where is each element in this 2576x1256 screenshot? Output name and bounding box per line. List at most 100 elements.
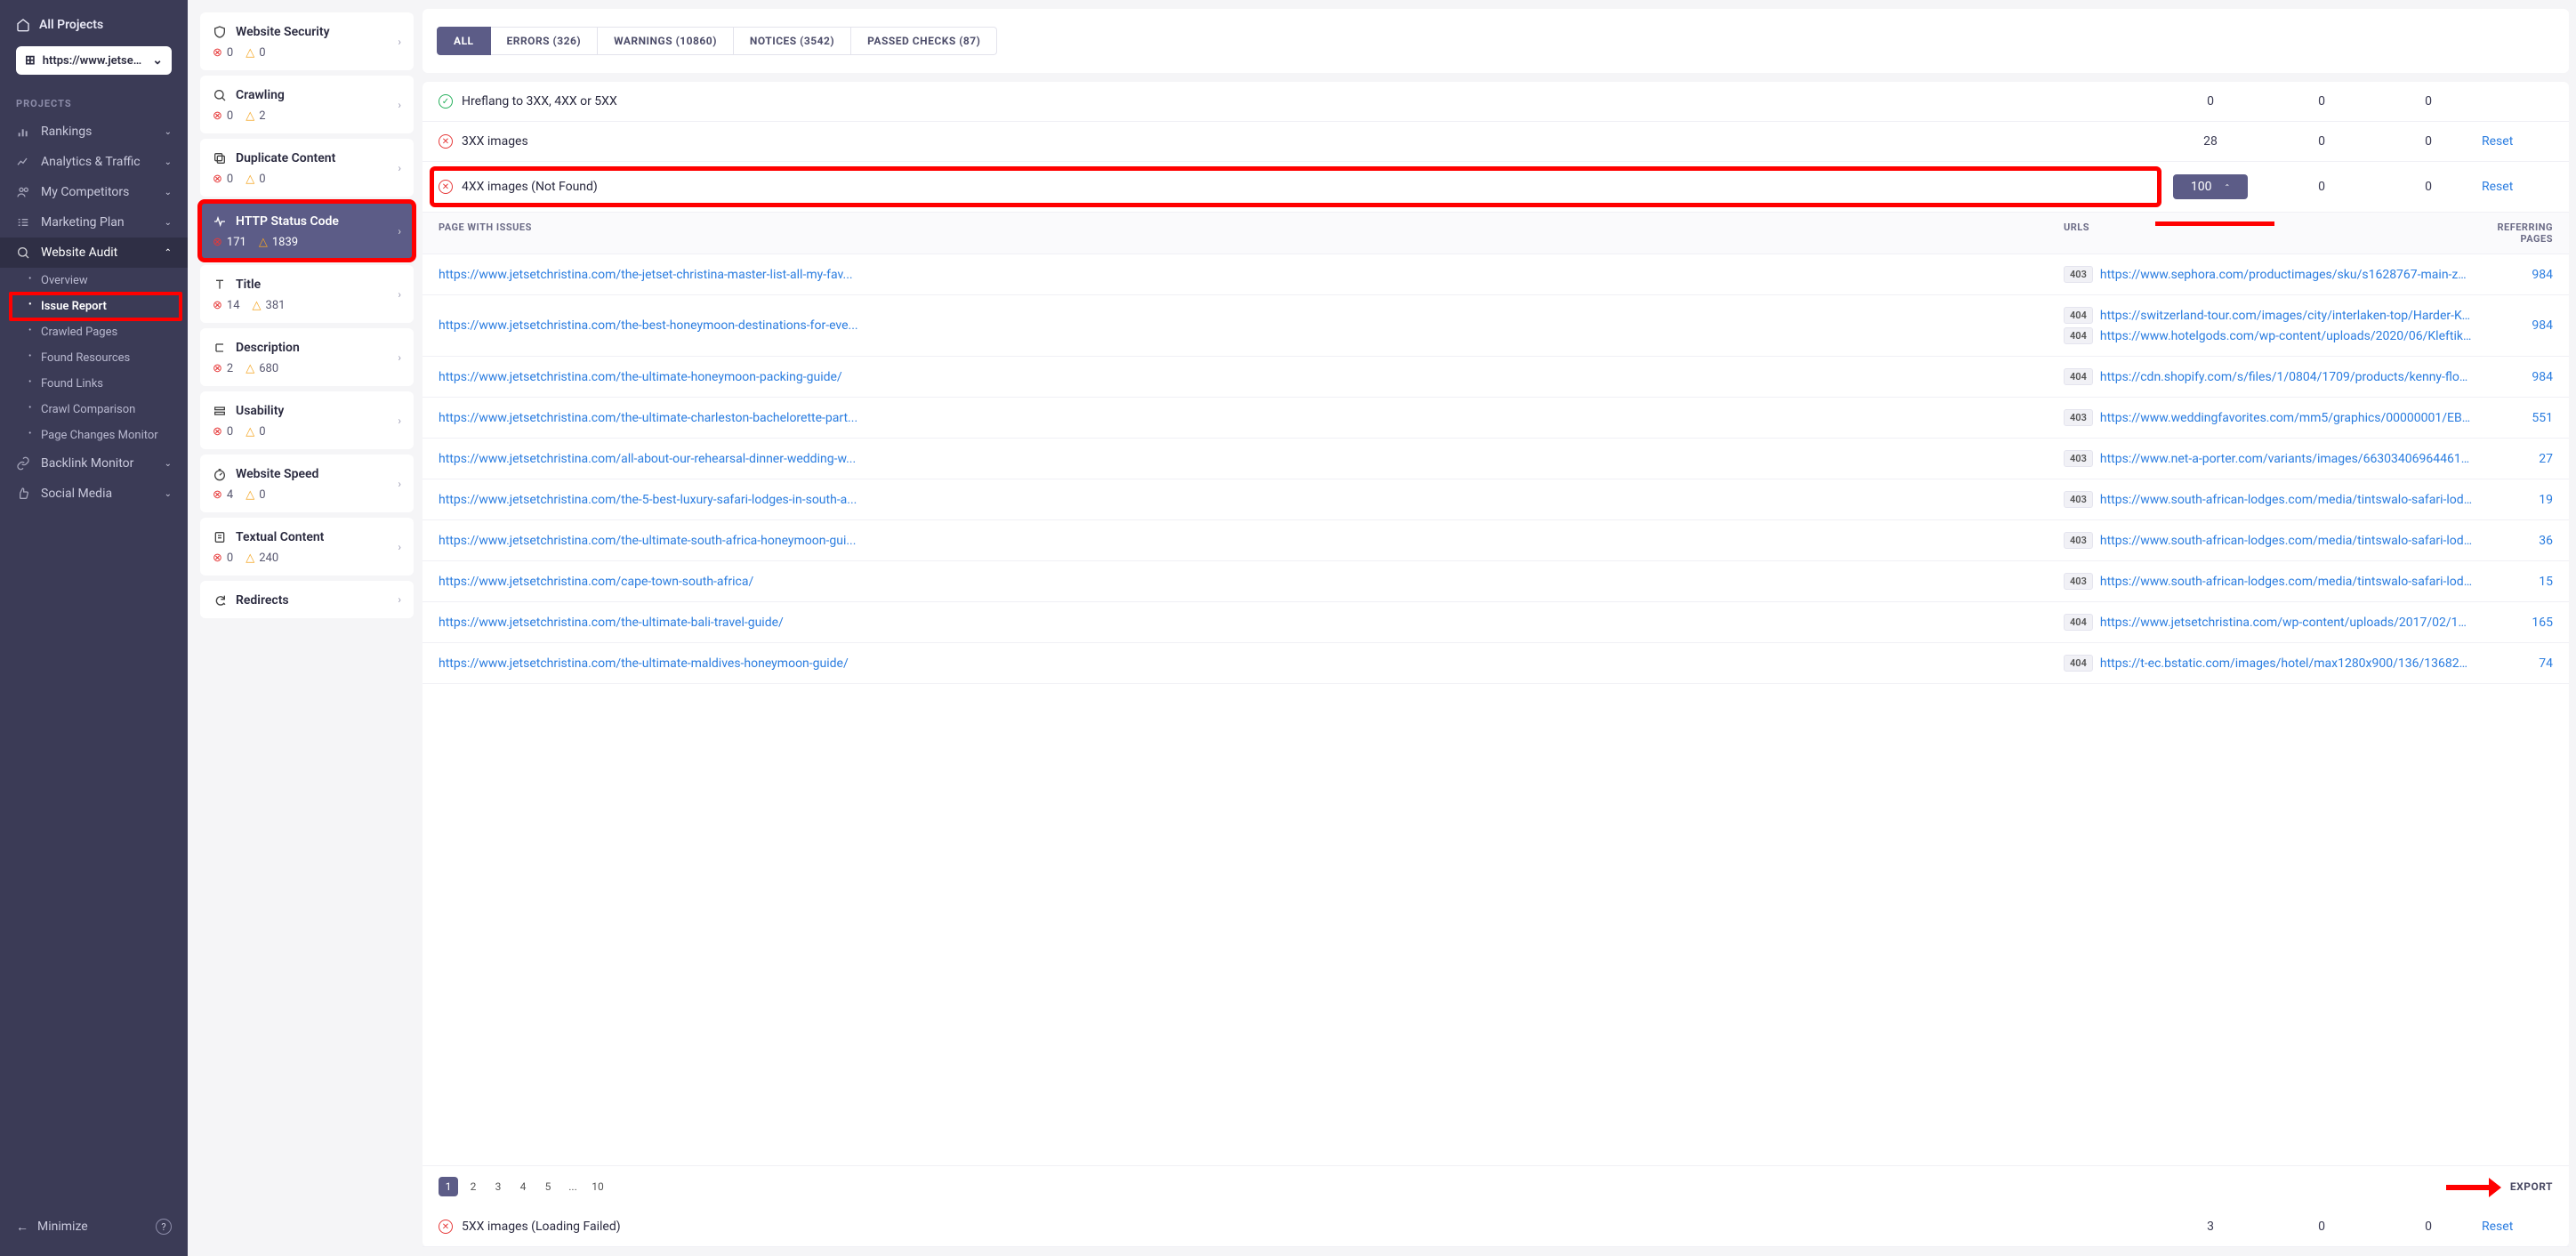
- page-url-link[interactable]: https://www.jetsetchristina.com/the-best…: [439, 318, 2064, 333]
- subnav-overview[interactable]: Overview: [9, 268, 188, 294]
- subnav-page-changes[interactable]: Page Changes Monitor: [9, 423, 188, 448]
- sidebar-item-social[interactable]: Social Media ⌄: [0, 479, 188, 509]
- status-code-badge: 403: [2064, 532, 2093, 549]
- referring-pages-count[interactable]: 165: [2473, 616, 2553, 630]
- page-url-link[interactable]: https://www.jetsetchristina.com/the-ulti…: [439, 534, 2064, 548]
- resource-url-link[interactable]: https://www.south-african-lodges.com/med…: [2100, 534, 2473, 548]
- page-url-link[interactable]: https://www.jetsetchristina.com/the-jets…: [439, 268, 2064, 282]
- urls-cell: 403 https://www.south-african-lodges.com…: [2064, 532, 2473, 549]
- referring-pages-count[interactable]: 19: [2473, 493, 2553, 507]
- page-button[interactable]: 3: [488, 1177, 508, 1196]
- resource-url-link[interactable]: https://www.sephora.com/productimages/sk…: [2100, 268, 2473, 282]
- resource-url-link[interactable]: https://www.weddingfavorites.com/mm5/gra…: [2100, 411, 2473, 425]
- subnav-issue-report[interactable]: Issue Report: [9, 294, 188, 319]
- resource-url-link[interactable]: https://www.hotelgods.com/wp-content/upl…: [2100, 329, 2473, 343]
- sidebar-item-competitors[interactable]: My Competitors ⌄: [0, 177, 188, 207]
- page-url-link[interactable]: https://www.jetsetchristina.com/the-ulti…: [439, 656, 2064, 671]
- reset-link[interactable]: Reset: [2482, 180, 2553, 194]
- page-url-link[interactable]: https://www.jetsetchristina.com/cape-tow…: [439, 575, 2064, 589]
- category-card-security[interactable]: Website Security ⊗0 △0 ›: [200, 12, 414, 70]
- reset-link[interactable]: Reset: [2482, 1220, 2553, 1234]
- help-icon[interactable]: ?: [156, 1219, 172, 1235]
- issue-row-hreflang[interactable]: ✓ Hreflang to 3XX, 4XX or 5XX 0 0 0: [423, 82, 2569, 122]
- issue-row-5xx-images[interactable]: ✕ 5XX images (Loading Failed) 3 0 0 Rese…: [423, 1207, 2569, 1247]
- page-button[interactable]: 4: [513, 1177, 533, 1196]
- page-button: ...: [563, 1177, 583, 1196]
- pagination-row: 12345... 10 EXPORT: [423, 1165, 2569, 1207]
- resource-url-link[interactable]: https://www.south-african-lodges.com/med…: [2100, 493, 2473, 507]
- filter-tab[interactable]: PASSED CHECKS (87): [851, 27, 997, 55]
- category-card-duplicate[interactable]: Duplicate Content ⊗0 △0 ›: [200, 139, 414, 197]
- resource-url-link[interactable]: https://www.net-a-porter.com/variants/im…: [2100, 452, 2473, 466]
- filter-tab[interactable]: ALL: [437, 27, 491, 55]
- reset-link[interactable]: Reset: [2482, 134, 2553, 149]
- resource-url-link[interactable]: https://www.south-african-lodges.com/med…: [2100, 575, 2473, 589]
- resource-url-link[interactable]: https://switzerland-tour.com/images/city…: [2100, 309, 2473, 323]
- category-card-redirects[interactable]: Redirects ›: [200, 581, 414, 618]
- page-url-link[interactable]: https://www.jetsetchristina.com/the-ulti…: [439, 370, 2064, 384]
- referring-pages-count[interactable]: 15: [2473, 575, 2553, 589]
- sidebar-item-backlink[interactable]: Backlink Monitor ⌄: [0, 448, 188, 479]
- error-icon: ⊗: [213, 236, 222, 249]
- error-count: 171: [227, 236, 246, 249]
- warning-count: 0: [259, 46, 265, 60]
- issue-row-4xx-images[interactable]: ✕ 4XX images (Not Found) 100 ⌃ 0 0 Reset: [423, 162, 2569, 213]
- page-button[interactable]: 1: [439, 1177, 458, 1196]
- referring-pages-count[interactable]: 74: [2473, 656, 2553, 671]
- page-url-link[interactable]: https://www.jetsetchristina.com/the-ulti…: [439, 411, 2064, 425]
- error-count: 14: [227, 299, 240, 312]
- filter-tab[interactable]: ERRORS (326): [491, 27, 599, 55]
- category-card-description[interactable]: Description ⊗2 △680 ›: [200, 328, 414, 386]
- category-card-textual[interactable]: Textual Content ⊗0 △240 ›: [200, 518, 414, 576]
- issue-count-1: 3: [2153, 1220, 2268, 1234]
- urls-cell: 403 https://www.sephora.com/productimage…: [2064, 266, 2473, 283]
- sidebar-item-audit[interactable]: Website Audit ⌃: [0, 238, 188, 268]
- chevron-down-icon: ⌄: [165, 218, 172, 228]
- table-row: https://www.jetsetchristina.com/the-best…: [423, 295, 2569, 357]
- resource-url-link[interactable]: https://t-ec.bstatic.com/images/hotel/ma…: [2100, 656, 2473, 671]
- subnav-found-resources[interactable]: Found Resources: [9, 345, 188, 371]
- page-button[interactable]: 2: [463, 1177, 483, 1196]
- page-url-link[interactable]: https://www.jetsetchristina.com/all-abou…: [439, 452, 2064, 466]
- category-card-http[interactable]: HTTP Status Code ⊗171 △1839 ›: [200, 202, 414, 260]
- category-card-title[interactable]: Title ⊗14 △381 ›: [200, 265, 414, 323]
- category-label: Textual Content: [236, 530, 324, 544]
- referring-pages-count[interactable]: 36: [2473, 534, 2553, 548]
- resource-url-link[interactable]: https://cdn.shopify.com/s/files/1/0804/1…: [2100, 370, 2473, 384]
- minimize-button[interactable]: ← Minimize ?: [0, 1208, 188, 1245]
- project-selector[interactable]: ⊞ https://www.jetsetchr... ⌄: [16, 46, 172, 75]
- sidebar-item-marketing[interactable]: Marketing Plan ⌄: [0, 207, 188, 238]
- category-card-speed[interactable]: Website Speed ⊗4 △0 ›: [200, 455, 414, 512]
- subnav-found-links[interactable]: Found Links: [9, 371, 188, 397]
- export-button[interactable]: EXPORT: [2510, 1180, 2553, 1193]
- project-url: https://www.jetsetchr...: [43, 54, 146, 68]
- warning-icon: △: [246, 173, 254, 186]
- subnav-crawled-pages[interactable]: Crawled Pages: [9, 319, 188, 345]
- referring-pages-count[interactable]: 984: [2473, 268, 2553, 282]
- issue-count-1: 0: [2153, 94, 2268, 109]
- referring-pages-count[interactable]: 27: [2473, 452, 2553, 466]
- count-dropdown[interactable]: 100 ⌃: [2173, 174, 2248, 199]
- error-icon: ⊗: [213, 362, 222, 375]
- page-button[interactable]: 5: [538, 1177, 558, 1196]
- nav-label: Website Audit: [41, 246, 117, 260]
- page-url-link[interactable]: https://www.jetsetchristina.com/the-ulti…: [439, 616, 2064, 630]
- referring-pages-count[interactable]: 984: [2473, 370, 2553, 384]
- category-card-crawling[interactable]: Crawling ⊗0 △2 ›: [200, 76, 414, 133]
- resource-url-link[interactable]: https://www.jetsetchristina.com/wp-conte…: [2100, 616, 2473, 630]
- sidebar-item-analytics[interactable]: Analytics & Traffic ⌄: [0, 147, 188, 177]
- status-code-badge: 403: [2064, 491, 2093, 508]
- filter-tab[interactable]: NOTICES (3542): [734, 27, 851, 55]
- page-url-link[interactable]: https://www.jetsetchristina.com/the-5-be…: [439, 493, 2064, 507]
- page-button[interactable]: 10: [588, 1177, 608, 1196]
- warning-count: 0: [259, 488, 265, 502]
- subnav-crawl-comparison[interactable]: Crawl Comparison: [9, 397, 188, 423]
- filter-tab[interactable]: WARNINGS (10860): [598, 27, 734, 55]
- error-icon: ⊗: [213, 173, 222, 186]
- category-card-usability[interactable]: Usability ⊗0 △0 ›: [200, 391, 414, 449]
- referring-pages-count[interactable]: 984: [2473, 318, 2553, 333]
- referring-pages-count[interactable]: 551: [2473, 411, 2553, 425]
- sidebar-item-rankings[interactable]: Rankings ⌄: [0, 117, 188, 147]
- issue-row-3xx-images[interactable]: ✕ 3XX images 28 0 0 Reset: [423, 122, 2569, 162]
- all-projects-link[interactable]: All Projects: [0, 11, 188, 39]
